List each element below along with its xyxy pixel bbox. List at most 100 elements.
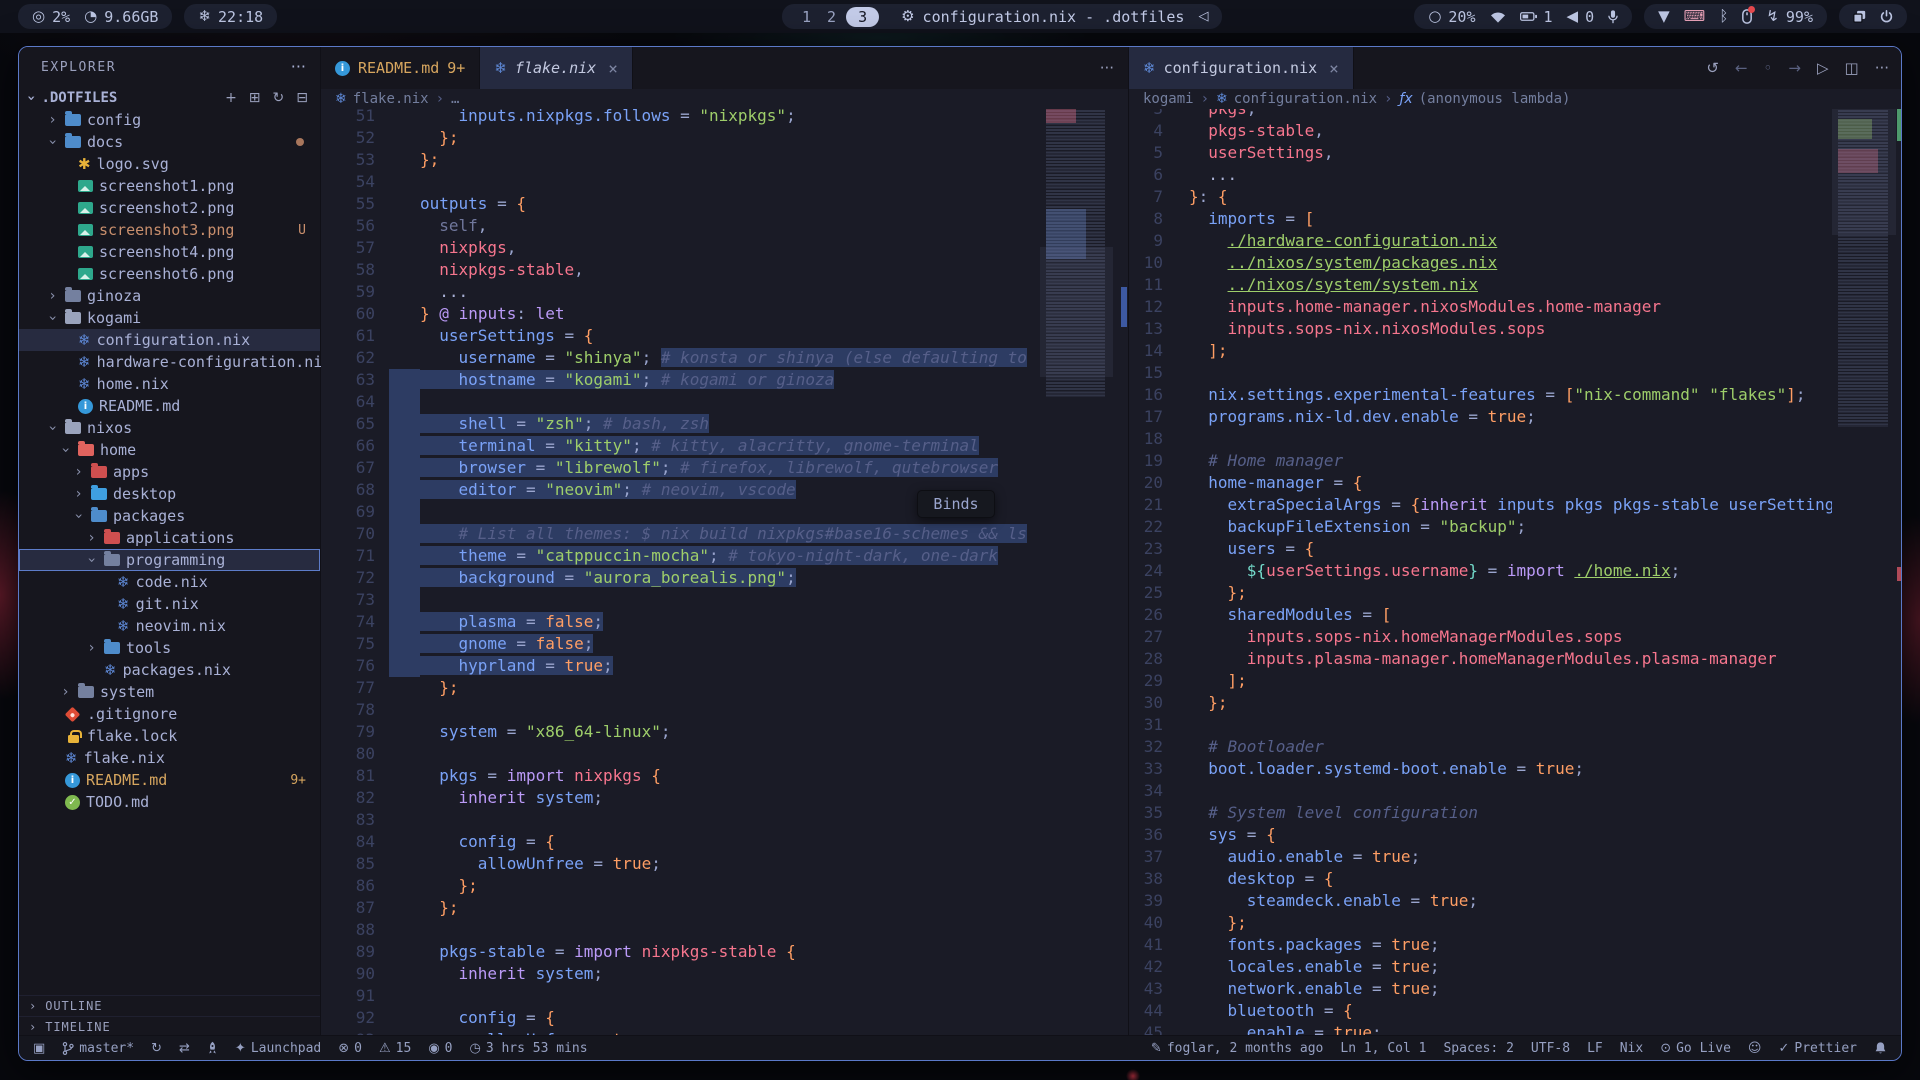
gitlens-blame[interactable]: ✎foglar, 2 months ago (1151, 1041, 1323, 1056)
tree-item-logo.svg[interactable]: ✱logo.svg (19, 153, 320, 175)
tree-item-screenshot3.png[interactable]: screenshot3.pngU (19, 219, 320, 241)
code-line-27[interactable]: 27 inputs.sops-nix.homeManagerModules.so… (1129, 626, 1832, 648)
tree-item-docs[interactable]: ›docs (19, 131, 320, 153)
code-line-82[interactable]: 82 inherit system; (321, 787, 1040, 809)
tree-item-screenshot4.png[interactable]: screenshot4.png (19, 241, 320, 263)
code-line-84[interactable]: 84 config = { (321, 831, 1040, 853)
timeline-section[interactable]: › TIMELINE (19, 1016, 320, 1037)
tree-item-readme.md[interactable]: iREADME.md (19, 395, 320, 417)
code-line-75[interactable]: 75 gnome = false; (321, 633, 1040, 655)
tree-item-screenshot2.png[interactable]: screenshot2.png (19, 197, 320, 219)
code-line-62[interactable]: 62 username = "shinya"; # konsta or shin… (321, 347, 1040, 369)
code-line-41[interactable]: 41 fonts.packages = true; (1129, 934, 1832, 956)
code-line-4[interactable]: 4 pkgs-stable, (1129, 120, 1832, 142)
minimap[interactable] (1040, 89, 1113, 1037)
breadcrumb-segment[interactable]: ❄configuration.nix (1216, 91, 1377, 107)
code-line-76[interactable]: 76 hyprland = true; (321, 655, 1040, 677)
breadcrumb[interactable]: ❄flake.nix›… (321, 89, 1128, 109)
go-live[interactable]: ⊙Go Live (1660, 1041, 1731, 1056)
tree-item-home[interactable]: ›home (19, 439, 320, 461)
tree-item-screenshot6.png[interactable]: screenshot6.png (19, 263, 320, 285)
split-icon[interactable]: ◫ (1845, 61, 1859, 76)
tray-pill[interactable]: ▼⌨ᛒ↯99% (1644, 4, 1827, 29)
code-line-40[interactable]: 40 }; (1129, 912, 1832, 934)
code-line-90[interactable]: 90 inherit system; (321, 963, 1040, 985)
tree-item-ginoza[interactable]: ›ginoza (19, 285, 320, 307)
tree-item-system[interactable]: ›system (19, 681, 320, 703)
code-line-42[interactable]: 42 locales.enable = true; (1129, 956, 1832, 978)
code-line-12[interactable]: 12 inputs.home-manager.nixosModules.home… (1129, 296, 1832, 318)
code-line-66[interactable]: 66 terminal = "kitty"; # kitty, alacritt… (321, 435, 1040, 457)
code-line-20[interactable]: 20 home-manager = { (1129, 472, 1832, 494)
session-pill[interactable] (1839, 4, 1907, 29)
code-line-88[interactable]: 88 (321, 919, 1040, 941)
explorer-more-icon[interactable]: ··· (291, 59, 306, 75)
code-line-71[interactable]: 71 theme = "catppuccin-mocha"; # tokyo-n… (321, 545, 1040, 567)
tree-item-config[interactable]: ›config (19, 109, 320, 131)
tree-item-apps[interactable]: ›apps (19, 461, 320, 483)
more-actions-icon[interactable]: ··· (1100, 61, 1114, 76)
language-mode[interactable]: Nix (1620, 1041, 1643, 1056)
ports[interactable]: ◉0 (428, 1041, 452, 1056)
hardware-pill[interactable]: ○20%1◀0 (1414, 4, 1632, 29)
code-line-79[interactable]: 79 system = "x86_64-linux"; (321, 721, 1040, 743)
git-branch[interactable]: master* (62, 1041, 134, 1056)
code-line-37[interactable]: 37 audio.enable = true; (1129, 846, 1832, 868)
code-line-16[interactable]: 16 nix.settings.experimental-features = … (1129, 384, 1832, 406)
tree-item-readme.md[interactable]: iREADME.md9+ (19, 769, 320, 791)
tab-flake-nix[interactable]: ❄flake.nix× (480, 47, 633, 89)
collapse-all-icon[interactable]: ⊟ (296, 91, 308, 105)
explorer-root-row[interactable]: › .DOTFILES +⊞↻⊟ (19, 87, 320, 109)
tree-item-desktop[interactable]: ›desktop (19, 483, 320, 505)
tree-item-kogami[interactable]: ›kogami (19, 307, 320, 329)
code-line-92[interactable]: 92 config = { (321, 1007, 1040, 1029)
minimap-slider[interactable] (1040, 247, 1113, 377)
tree-item-hardware-configuration.nix[interactable]: ❄hardware-configuration.nix (19, 351, 320, 373)
breadcrumb-segment[interactable]: ƒx(anonymous lambda) (1399, 91, 1570, 107)
tree-item-configuration.nix[interactable]: ❄configuration.nix (19, 329, 320, 351)
workspace-2[interactable]: 2 (821, 8, 842, 26)
outline-section[interactable]: › OUTLINE (19, 995, 320, 1016)
code-line-57[interactable]: 57 nixpkgs, (321, 237, 1040, 259)
code-line-54[interactable]: 54 (321, 171, 1040, 193)
code-line-63[interactable]: 63 hostname = "kogami"; # kogami or gino… (321, 369, 1040, 391)
code-line-35[interactable]: 35 # System level configuration (1129, 802, 1832, 824)
history-icon[interactable]: ↺ (1706, 61, 1719, 76)
nav-forward-icon[interactable]: → (1788, 61, 1801, 76)
code-line-86[interactable]: 86 }; (321, 875, 1040, 897)
code-line-22[interactable]: 22 backupFileExtension = "backup"; (1129, 516, 1832, 538)
code-line-10[interactable]: 10 ../nixos/system/packages.nix (1129, 252, 1832, 274)
remote[interactable]: ▣ (33, 1042, 45, 1055)
code-line-55[interactable]: 55outputs = { (321, 193, 1040, 215)
code-line-67[interactable]: 67 browser = "librewolf"; # firefox, lib… (321, 457, 1040, 479)
code-line-81[interactable]: 81 pkgs = import nixpkgs { (321, 765, 1040, 787)
code-line-31[interactable]: 31 (1129, 714, 1832, 736)
code-line-28[interactable]: 28 inputs.plasma-manager.homeManagerModu… (1129, 648, 1832, 670)
code-line-58[interactable]: 58 nixpkgs-stable, (321, 259, 1040, 281)
code-line-5[interactable]: 5 userSettings, (1129, 142, 1832, 164)
tree-item-programming[interactable]: ›programming (19, 549, 320, 571)
notifications[interactable] (1874, 1041, 1887, 1055)
code-line-7[interactable]: 7}: { (1129, 186, 1832, 208)
code-line-21[interactable]: 21 extraSpecialArgs = {inherit inputs pk… (1129, 494, 1832, 516)
code-line-25[interactable]: 25 }; (1129, 582, 1832, 604)
code-line-83[interactable]: 83 (321, 809, 1040, 831)
tree-item-todo.md[interactable]: ✓TODO.md (19, 791, 320, 813)
tab-README-md[interactable]: iREADME.md9+ (321, 47, 480, 89)
code-line-6[interactable]: 6 ... (1129, 164, 1832, 186)
code-line-19[interactable]: 19 # Home manager (1129, 450, 1832, 472)
close-icon[interactable]: × (1329, 59, 1339, 78)
code-line-56[interactable]: 56 self, (321, 215, 1040, 237)
refresh-icon[interactable]: ↻ (273, 91, 285, 105)
code-line-61[interactable]: 61 userSettings = { (321, 325, 1040, 347)
tree-item-git.nix[interactable]: ❄git.nix (19, 593, 320, 615)
code-line-91[interactable]: 91 (321, 985, 1040, 1007)
code-line-70[interactable]: 70 # List all themes: $ nix build nixpkg… (321, 523, 1040, 545)
nav-circle-icon[interactable]: ◦ (1764, 61, 1773, 76)
code-line-23[interactable]: 23 users = { (1129, 538, 1832, 560)
code-line-85[interactable]: 85 allowUnfree = true; (321, 853, 1040, 875)
code-line-13[interactable]: 13 inputs.sops-nix.nixosModules.sops (1129, 318, 1832, 340)
warnings[interactable]: ⚠15 (379, 1041, 411, 1056)
breadcrumb-segment[interactable]: kogami (1143, 91, 1194, 107)
code-line-65[interactable]: 65 shell = "zsh"; # bash, zsh (321, 413, 1040, 435)
